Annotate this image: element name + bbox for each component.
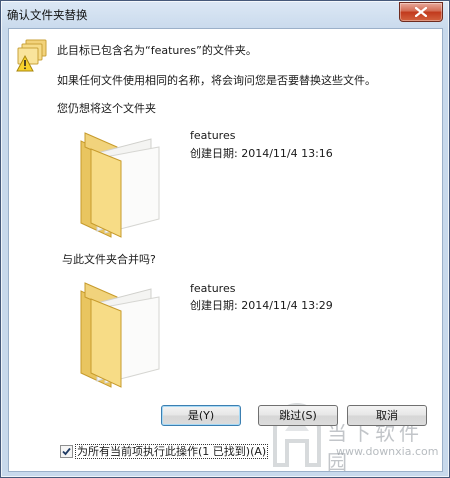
target-folder-created: 创建日期: 2014/11/4 13:29: [190, 299, 333, 312]
message-line-1: 此目标已包含名为“features”的文件夹。: [57, 44, 257, 57]
yes-button[interactable]: 是(Y): [161, 405, 241, 426]
message-line-3: 您仍想将这个文件夹: [57, 102, 156, 115]
dialog-content: 此目标已包含名为“features”的文件夹。 如果任何文件使用相同的名称，将会…: [8, 28, 443, 474]
apply-all-checkbox[interactable]: [60, 445, 73, 458]
source-folder-name: features: [190, 129, 236, 142]
skip-button[interactable]: 跳过(S): [258, 405, 338, 426]
cancel-button[interactable]: 取消: [347, 405, 427, 426]
dialog-window: 确认文件夹替换 此目标已包含名为“features”的文件夹。 如果任何文件使用…: [0, 0, 450, 478]
merge-prompt: 与此文件夹合并吗?: [62, 253, 156, 266]
title-bar[interactable]: 确认文件夹替换: [1, 1, 449, 28]
message-line-2: 如果任何文件使用相同的名称，将会询问您是否要替换这些文件。: [57, 74, 376, 87]
watermark-url: www.downxia.com: [336, 445, 439, 458]
checkmark-icon: [62, 447, 71, 456]
folder-conflict-warning-icon: [16, 39, 47, 72]
source-folder-created: 创建日期: 2014/11/4 13:16: [190, 147, 333, 160]
target-folder-name: features: [190, 282, 236, 295]
close-icon: [415, 7, 427, 17]
window-title: 确认文件夹替换: [7, 8, 88, 22]
source-folder-details: [185, 187, 399, 251]
close-button[interactable]: [399, 2, 443, 22]
source-folder-icon: [80, 132, 160, 238]
apply-all-label[interactable]: 为所有当前项执行此操作(1 已找到)(A): [75, 444, 269, 459]
target-folder-icon: [80, 282, 160, 388]
